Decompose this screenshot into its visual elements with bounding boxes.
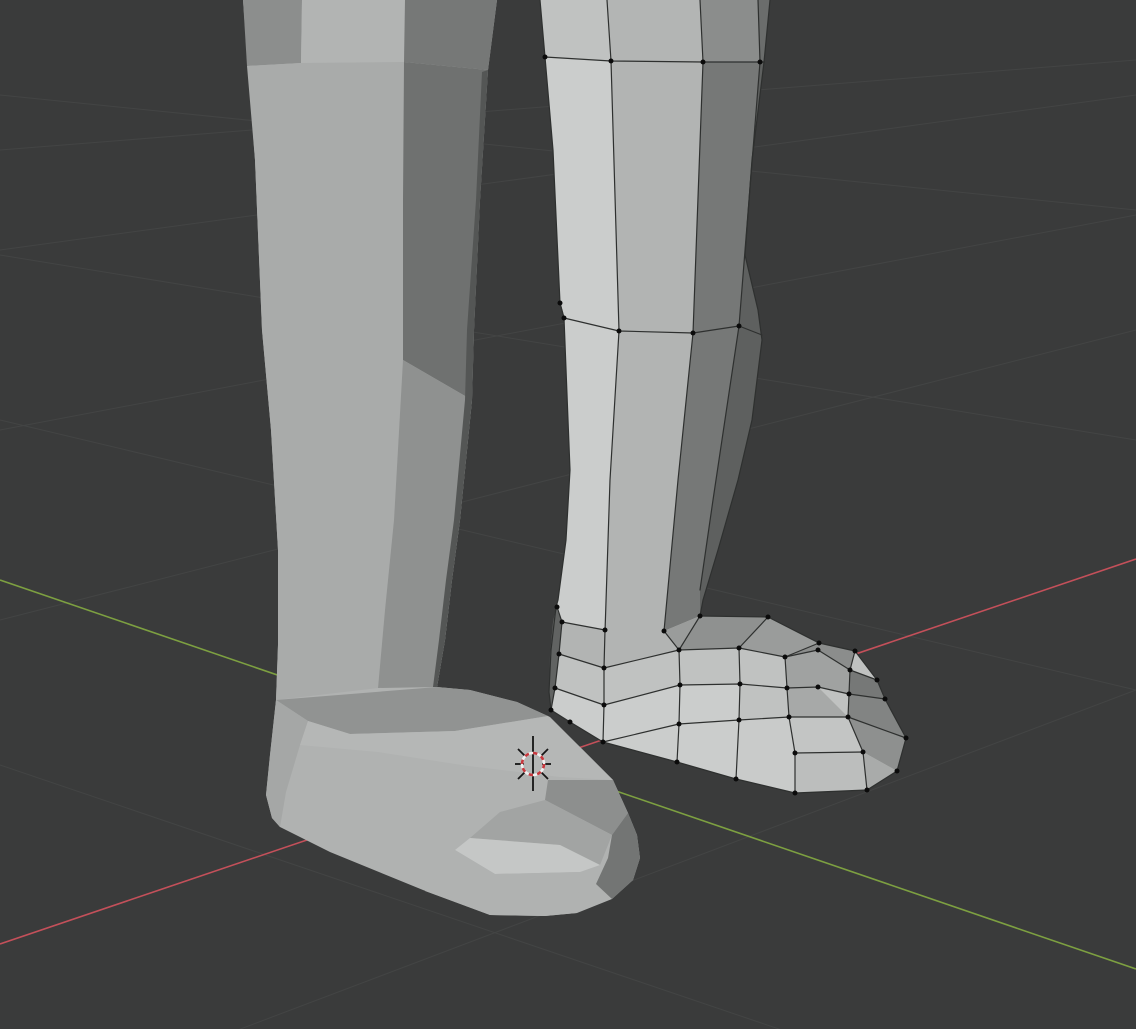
mesh-vertex[interactable]	[734, 777, 739, 782]
mesh-vertex[interactable]	[895, 769, 900, 774]
mesh-vertex[interactable]	[817, 641, 822, 646]
leg-mesh-edit-wireframe-facet	[795, 752, 867, 793]
mesh-vertex[interactable]	[853, 649, 858, 654]
mesh-vertex[interactable]	[738, 682, 743, 687]
mesh-vertex[interactable]	[677, 648, 682, 653]
mesh-vertex[interactable]	[698, 614, 703, 619]
mesh-vertex[interactable]	[787, 715, 792, 720]
mesh-vertex[interactable]	[793, 751, 798, 756]
mesh-vertex[interactable]	[555, 605, 560, 610]
mesh-vertex[interactable]	[553, 686, 558, 691]
mesh-vertex[interactable]	[562, 316, 567, 321]
mesh-vertex[interactable]	[847, 692, 852, 697]
mesh-vertex[interactable]	[601, 740, 606, 745]
mesh-vertex[interactable]	[678, 683, 683, 688]
mesh-vertex[interactable]	[662, 629, 667, 634]
mesh-vertex[interactable]	[549, 708, 554, 713]
mesh-vertex[interactable]	[737, 646, 742, 651]
leg-mesh-mirrored-facet	[243, 0, 302, 66]
mesh-vertex[interactable]	[543, 55, 548, 60]
mesh-vertex[interactable]	[846, 715, 851, 720]
mesh-vertex[interactable]	[783, 655, 788, 660]
mesh-vertex[interactable]	[609, 59, 614, 64]
blender-3d-viewport[interactable]	[0, 0, 1136, 1029]
mesh-vertex[interactable]	[602, 666, 607, 671]
mesh-vertex[interactable]	[701, 60, 706, 65]
viewport-canvas[interactable]	[0, 0, 1136, 1029]
mesh-vertex[interactable]	[865, 788, 870, 793]
leg-mesh-edit-wireframe-facet	[700, 0, 760, 62]
mesh-vertex[interactable]	[785, 686, 790, 691]
mesh-vertex[interactable]	[560, 620, 565, 625]
mesh-vertex[interactable]	[603, 628, 608, 633]
mesh-vertex[interactable]	[677, 722, 682, 727]
mesh-vertex[interactable]	[816, 685, 821, 690]
mesh-vertex[interactable]	[558, 301, 563, 306]
leg-mesh-edit-wireframe-facet	[540, 0, 611, 61]
mesh-vertex[interactable]	[737, 324, 742, 329]
mesh-vertex[interactable]	[557, 652, 562, 657]
mesh-vertex[interactable]	[883, 697, 888, 702]
mesh-vertex[interactable]	[602, 703, 607, 708]
mesh-vertex[interactable]	[737, 718, 742, 723]
mesh-vertex[interactable]	[904, 736, 909, 741]
mesh-vertex[interactable]	[875, 678, 880, 683]
mesh-vertex[interactable]	[816, 648, 821, 653]
leg-mesh-mirrored-facet	[301, 0, 405, 63]
mesh-vertex[interactable]	[675, 760, 680, 765]
mesh-vertex[interactable]	[861, 750, 866, 755]
mesh-vertex[interactable]	[793, 791, 798, 796]
mesh-vertex[interactable]	[691, 331, 696, 336]
mesh-vertex[interactable]	[758, 60, 763, 65]
mesh-vertex[interactable]	[568, 720, 573, 725]
leg-mesh-edit-wireframe-facet	[607, 0, 703, 62]
mesh-vertex[interactable]	[617, 329, 622, 334]
mesh-vertex[interactable]	[848, 668, 853, 673]
mesh-vertex[interactable]	[766, 615, 771, 620]
leg-mesh-mirrored-facet	[404, 0, 497, 70]
